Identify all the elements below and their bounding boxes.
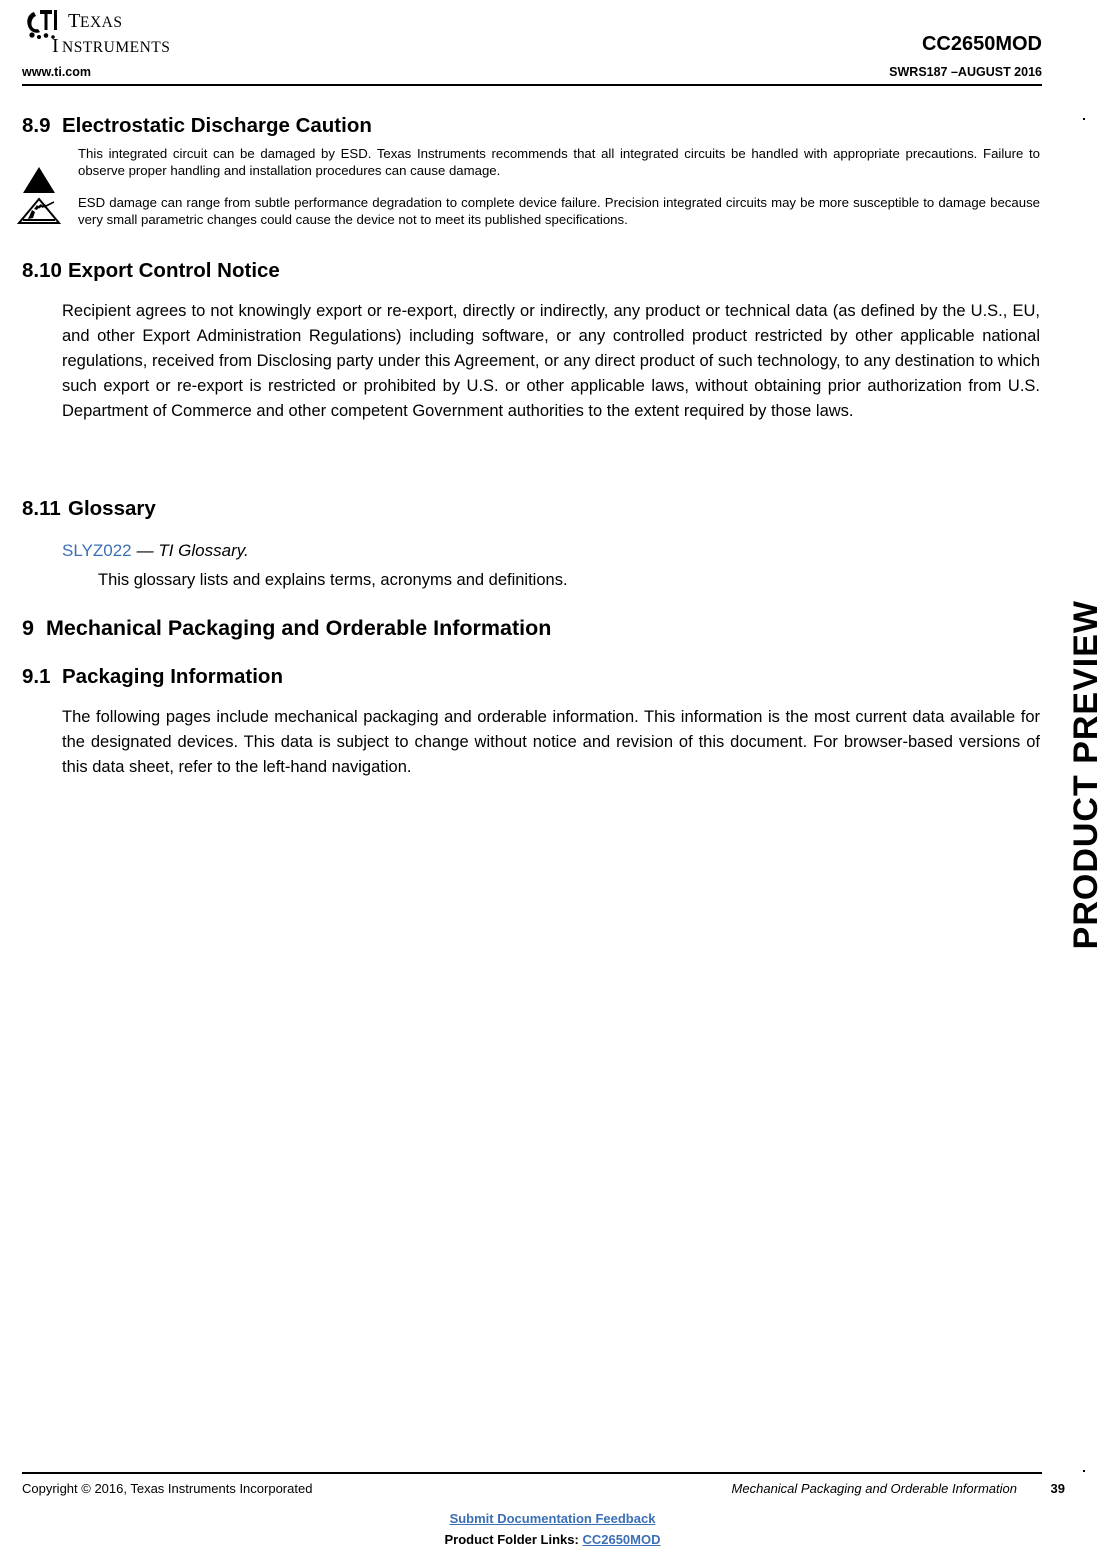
- header-url: www.ti.com: [22, 65, 91, 79]
- esd-paragraph-1: This integrated circuit can be damaged b…: [78, 146, 1040, 178]
- crop-mark-bottom: [1083, 1470, 1085, 1472]
- crop-mark-top: [1083, 118, 1085, 120]
- glossary-link-suffix: — TI Glossary.: [136, 541, 249, 560]
- esd-paragraph-2: ESD damage can range from subtle perform…: [78, 195, 1040, 227]
- footer-section-name: Mechanical Packaging and Orderable Infor…: [731, 1481, 1017, 1496]
- product-folder-container: Product Folder Links: CC2650MOD: [0, 1532, 1105, 1547]
- section-9-1-title: Packaging Information: [62, 665, 283, 688]
- section-9-number: 9: [22, 616, 34, 640]
- header-divider: [22, 84, 1042, 86]
- section-9-1-number: 9.1: [22, 665, 51, 688]
- svg-text:I: I: [52, 35, 59, 57]
- submit-documentation-feedback-link[interactable]: Submit Documentation Feedback: [450, 1511, 656, 1526]
- page-header: T EXAS I NSTRUMENTS CC2650MOD www.ti.com…: [0, 0, 1105, 95]
- section-8-11-number: 8.11: [22, 497, 61, 520]
- product-preview-watermark: PRODUCT PREVIEW: [1067, 600, 1105, 950]
- header-document-id: SWRS187 –AUGUST 2016: [889, 65, 1042, 79]
- svg-text:T: T: [68, 10, 81, 32]
- product-folder-label: Product Folder Links:: [444, 1532, 583, 1547]
- export-control-paragraph: Recipient agrees to not knowingly export…: [62, 302, 1040, 420]
- section-8-10-number: 8.10: [22, 259, 62, 282]
- section-8-9-title: Electrostatic Discharge Caution: [62, 114, 372, 137]
- section-9-title: Mechanical Packaging and Orderable Infor…: [46, 616, 552, 640]
- slyz022-link[interactable]: SLYZ022: [62, 541, 132, 560]
- svg-text:NSTRUMENTS: NSTRUMENTS: [62, 39, 170, 56]
- header-part-number: CC2650MOD: [921, 33, 1042, 55]
- texas-instruments-logo-icon: T EXAS I NSTRUMENTS: [22, 8, 212, 60]
- glossary-body-text: This glossary lists and explains terms, …: [98, 571, 568, 589]
- packaging-paragraph: The following pages include mechanical p…: [62, 708, 1040, 776]
- footer-copyright: Copyright © 2016, Texas Instruments Inco…: [22, 1481, 313, 1496]
- section-8-11-title: Glossary: [68, 497, 156, 520]
- footer-divider: [22, 1472, 1042, 1474]
- submit-feedback-container: Submit Documentation Feedback: [0, 1511, 1105, 1526]
- section-8-9-number: 8.9: [22, 114, 51, 137]
- product-folder-link[interactable]: CC2650MOD: [582, 1532, 660, 1547]
- footer-page-number: 39: [1050, 1481, 1065, 1496]
- section-8-10-title: Export Control Notice: [68, 259, 280, 282]
- svg-text:EXAS: EXAS: [80, 14, 122, 31]
- esd-warning-triangle-icon: [20, 164, 58, 196]
- esd-hand-triangle-icon: [16, 196, 62, 226]
- glossary-reference-line: SLYZ022— TI Glossary.: [62, 541, 249, 561]
- document-page: T EXAS I NSTRUMENTS CC2650MOD www.ti.com…: [0, 0, 1105, 1563]
